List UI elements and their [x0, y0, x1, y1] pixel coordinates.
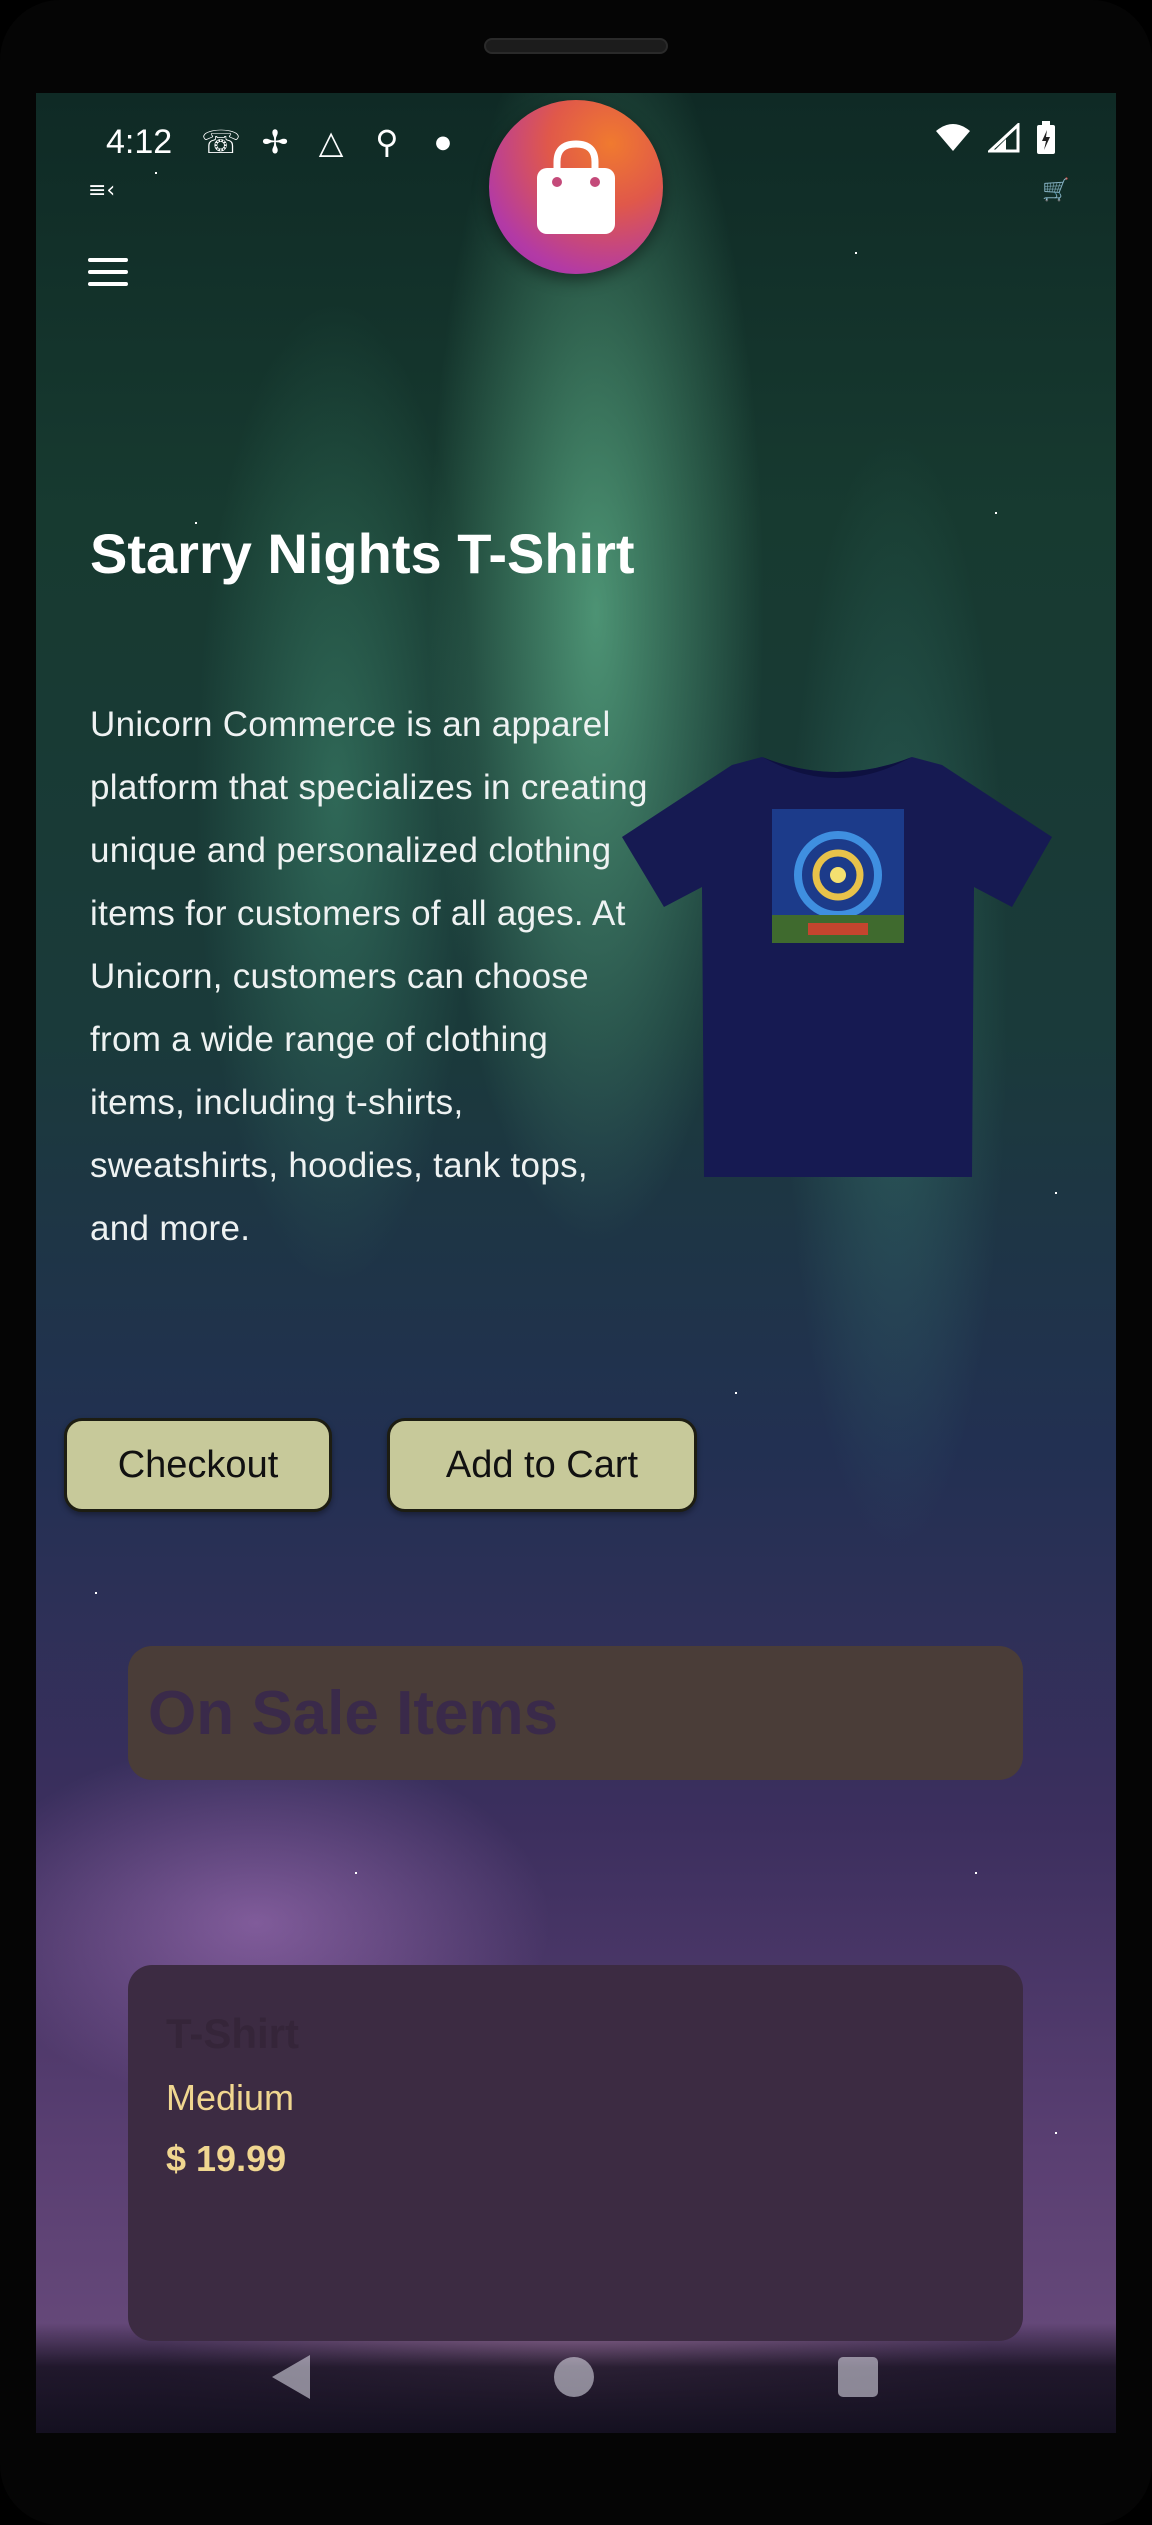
navigation-bar: [36, 2333, 1116, 2433]
notes-icon: ≡‹: [88, 178, 116, 203]
status-notification-icons: ☏ ✢ △ ⚲ ●: [201, 123, 461, 161]
keyhole-icon: ⚲: [375, 123, 399, 161]
phone-frame: 4:12 ☏ ✢ △ ⚲ ● ≡‹ 🛒 Starry Nights T-Shir…: [0, 0, 1152, 2525]
status-time: 4:12: [106, 123, 173, 161]
home-circle-icon[interactable]: [554, 2357, 594, 2397]
shopping-bag-icon: [537, 140, 615, 234]
wifi-icon: [936, 124, 970, 151]
speaker-grille: [484, 38, 668, 54]
recents-square-icon[interactable]: [838, 2357, 878, 2397]
checkout-button[interactable]: Checkout: [64, 1418, 332, 1512]
dot-icon: ●: [435, 131, 451, 153]
cart-icon[interactable]: 🛒: [1042, 178, 1069, 203]
app-screen: 4:12 ☏ ✢ △ ⚲ ● ≡‹ 🛒 Starry Nights T-Shir…: [36, 93, 1116, 2433]
sale-item-name: T-Shirt: [166, 2010, 299, 2057]
hamburger-menu-icon[interactable]: [88, 256, 132, 292]
product-title: Starry Nights T-Shirt: [90, 522, 635, 585]
sale-item-card[interactable]: T-Shirt Medium $ 19.99: [128, 1965, 1023, 2341]
drive-icon: △: [318, 123, 344, 161]
fan-icon: ✢: [261, 123, 289, 161]
sale-section-title: On Sale Items: [148, 1679, 559, 1748]
app-logo[interactable]: [489, 100, 663, 274]
phone-missed-icon: ☏: [201, 123, 242, 161]
tshirt-image: [622, 757, 1052, 1177]
back-triangle-icon[interactable]: [272, 2355, 310, 2399]
status-system-icons: [934, 121, 1056, 155]
sale-item-size: Medium: [166, 2077, 295, 2118]
product-description: Unicorn Commerce is an apparel platform …: [90, 705, 648, 1248]
battery-charging-icon: [1037, 121, 1055, 154]
add-to-cart-button[interactable]: Add to Cart: [387, 1418, 697, 1512]
signal-icon: [988, 123, 1020, 153]
sale-section-header: On Sale Items: [128, 1646, 1023, 1780]
sale-item-price: $ 19.99: [166, 2138, 287, 2179]
